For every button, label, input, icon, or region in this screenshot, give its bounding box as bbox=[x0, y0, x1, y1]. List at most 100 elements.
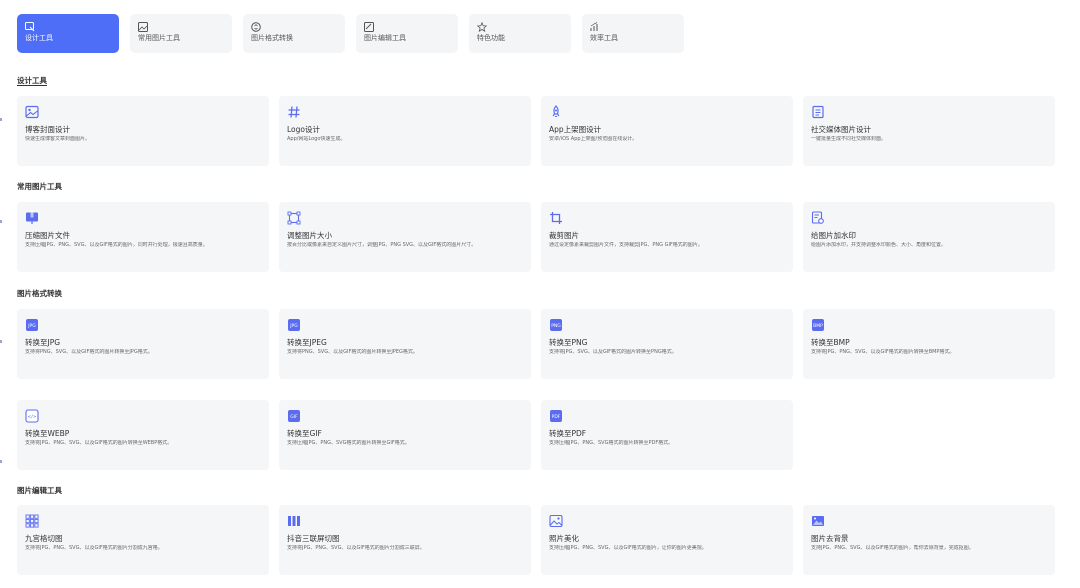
section-title-convert: 图片格式转换 bbox=[17, 289, 62, 298]
card-social-media-design[interactable]: 社交媒体图片设计 一键批量生成不同社交媒体封面。 bbox=[803, 96, 1055, 166]
category-tabs: 设计工具 常用图片工具 图片格式转换 图片编辑工具 特色功能 效率工具 bbox=[17, 14, 684, 53]
star-icon bbox=[477, 22, 487, 32]
svg-text:</>: </> bbox=[27, 414, 36, 420]
card-title: 照片美化 bbox=[549, 534, 579, 543]
section-title-edit: 图片编辑工具 bbox=[17, 486, 62, 495]
tab-common-image-tools[interactable]: 常用图片工具 bbox=[130, 14, 232, 53]
tab-image-edit-tools[interactable]: 图片编辑工具 bbox=[356, 14, 458, 53]
card-title: 压缩图片文件 bbox=[25, 231, 70, 240]
card-convert-to-jpeg[interactable]: JPG 转换至JPEG 支持将PNG、SVG、以及GIF格式的图片转换至JPEG… bbox=[279, 309, 531, 379]
card-description: 支持将PNG、SVG、以及GIF格式的图片转换至JPG格式。 bbox=[25, 349, 153, 355]
card-blog-cover-design[interactable]: 博客封面设计 快速生成博客文章封面图片。 bbox=[17, 96, 269, 166]
card-title: 图片去背景 bbox=[811, 534, 849, 543]
webp-file-icon: </> bbox=[25, 409, 39, 423]
design-icon bbox=[25, 22, 35, 32]
resize-icon bbox=[287, 211, 301, 225]
card-douyin-triple-cut[interactable]: 抖音三联屏切图 支持将JPG、PNG、SVG、以及GIF格式的图片分割成三联屏。 bbox=[279, 505, 531, 575]
card-title: 裁剪图片 bbox=[549, 231, 579, 240]
card-convert-to-webp[interactable]: </> 转换至WEBP 支持将JPG、PNG、SVG、以及GIF格式的图片转换至… bbox=[17, 400, 269, 470]
card-description: 安卓/iOS App上架图/预览图在线设计。 bbox=[549, 136, 638, 142]
card-convert-to-gif[interactable]: GIF 转换至GIF 支持压缩JPG、PNG、SVG格式的图片转换至GIF格式。 bbox=[279, 400, 531, 470]
card-description: 支持将JPG、SVG、以及GIF格式的图片转换至PNG格式。 bbox=[549, 349, 677, 355]
edge-marker bbox=[0, 340, 2, 343]
card-title: 调整图片大小 bbox=[287, 231, 332, 240]
card-resize-image[interactable]: 调整图片大小 按百分比或像素来自定义图片尺寸，调整JPG、PNG SVG、以及G… bbox=[279, 202, 531, 272]
card-title: App上架图设计 bbox=[549, 125, 602, 134]
jpeg-file-icon: JPG bbox=[288, 319, 300, 331]
card-title: 博客封面设计 bbox=[25, 125, 70, 134]
card-logo-design[interactable]: Logo设计 App/网站Logo快速生成。 bbox=[279, 96, 531, 166]
svg-text:JPG: JPG bbox=[27, 323, 36, 329]
card-description: 支持压缩JPG、PNG、SVG、以及GIF格式的图片，同时并行处理，极速且高质量… bbox=[25, 242, 208, 248]
card-title: 社交媒体图片设计 bbox=[811, 125, 871, 134]
tab-label: 图片格式转换 bbox=[251, 34, 293, 42]
remove-bg-icon bbox=[812, 516, 824, 526]
card-description: 支持将JPG、PNG、SVG、以及GIF格式的图片转换至BMP格式。 bbox=[811, 349, 955, 355]
photo-icon bbox=[549, 514, 563, 528]
svg-text:PDF: PDF bbox=[552, 414, 561, 420]
svg-text:BMP: BMP bbox=[813, 323, 823, 329]
tab-label: 特色功能 bbox=[477, 34, 505, 42]
card-description: 支持压缩JPG、PNG、SVG格式的图片转换至GIF格式。 bbox=[287, 440, 410, 446]
card-description: 快速生成博客文章封面图片。 bbox=[25, 136, 91, 142]
card-description: 支持压缩JPG、PNG、SVG、以及GIF格式的图片，让你的图片更美观。 bbox=[549, 545, 707, 551]
card-title: 转换至JPG bbox=[25, 338, 61, 347]
convert-icon bbox=[251, 22, 261, 32]
bmp-file-icon: BMP bbox=[812, 319, 824, 331]
card-convert-to-jpg[interactable]: JPG 转换至JPG 支持将PNG、SVG、以及GIF格式的图片转换至JPG格式… bbox=[17, 309, 269, 379]
card-title: 转换至PNG bbox=[549, 338, 588, 347]
grid-icon bbox=[25, 514, 39, 528]
edge-marker bbox=[0, 118, 2, 121]
svg-text:PNG: PNG bbox=[551, 323, 561, 329]
tab-special-features[interactable]: 特色功能 bbox=[469, 14, 571, 53]
crop-icon bbox=[550, 212, 562, 224]
tab-label: 常用图片工具 bbox=[138, 34, 180, 42]
chart-icon bbox=[590, 22, 598, 31]
card-convert-to-bmp[interactable]: BMP 转换至BMP 支持将JPG、PNG、SVG、以及GIF格式的图片转换至B… bbox=[803, 309, 1055, 379]
card-title: 抖音三联屏切图 bbox=[287, 534, 340, 543]
pdf-file-icon: PDF bbox=[550, 410, 562, 422]
tab-image-format-convert[interactable]: 图片格式转换 bbox=[243, 14, 345, 53]
card-title: 转换至PDF bbox=[549, 429, 587, 438]
card-remove-background[interactable]: 图片去背景 支持JPG、PNG、SVG、以及GIF格式的图片，帮你去除背景，完成… bbox=[803, 505, 1055, 575]
columns-icon bbox=[288, 516, 300, 526]
tab-design-tools[interactable]: 设计工具 bbox=[17, 14, 119, 53]
watermark-icon bbox=[811, 211, 824, 224]
card-add-watermark[interactable]: 给图片加水印 给图片添加水印，并支持调整水印颜色、大小、角度和位置。 bbox=[803, 202, 1055, 272]
jpg-file-icon: JPG bbox=[26, 319, 38, 331]
card-photo-beautify[interactable]: 照片美化 支持压缩JPG、PNG、SVG、以及GIF格式的图片，让你的图片更美观… bbox=[541, 505, 793, 575]
card-convert-to-png[interactable]: PNG 转换至PNG 支持将JPG、SVG、以及GIF格式的图片转换至PNG格式… bbox=[541, 309, 793, 379]
tab-efficiency-tools[interactable]: 效率工具 bbox=[582, 14, 684, 53]
card-title: 给图片加水印 bbox=[811, 231, 856, 240]
gif-file-icon: GIF bbox=[288, 410, 300, 422]
image-icon bbox=[138, 22, 148, 32]
svg-text:JPG: JPG bbox=[289, 323, 298, 329]
section-title-design: 设计工具 bbox=[17, 76, 47, 85]
rocket-icon bbox=[552, 105, 560, 118]
svg-text:GIF: GIF bbox=[290, 414, 298, 420]
card-description: 支持压缩JPG、PNG、SVG格式的图片转换至PDF格式。 bbox=[549, 440, 674, 446]
card-convert-to-pdf[interactable]: PDF 转换至PDF 支持压缩JPG、PNG、SVG格式的图片转换至PDF格式。 bbox=[541, 400, 793, 470]
card-description: App/网站Logo快速生成。 bbox=[287, 136, 346, 142]
document-list-icon bbox=[812, 105, 824, 119]
edge-marker bbox=[0, 220, 2, 223]
card-description: 给图片添加水印，并支持调整水印颜色、大小、角度和位置。 bbox=[811, 242, 947, 248]
card-title: 转换至GIF bbox=[287, 429, 322, 438]
card-title: 九宫格切图 bbox=[25, 534, 63, 543]
card-description: 支持JPG、PNG、SVG、以及GIF格式的图片，帮你去除背景，完成抠图。 bbox=[811, 545, 974, 551]
card-app-store-image-design[interactable]: App上架图设计 安卓/iOS App上架图/预览图在线设计。 bbox=[541, 96, 793, 166]
card-crop-image[interactable]: 裁剪图片 通过设定像素来裁剪图片文件，支持裁剪JPG、PNG GIF格式的图片。 bbox=[541, 202, 793, 272]
tab-label: 设计工具 bbox=[25, 34, 53, 42]
hash-icon bbox=[288, 106, 300, 118]
card-description: 按百分比或像素来自定义图片尺寸，调整JPG、PNG SVG、以及GIF格式的图片… bbox=[287, 242, 477, 248]
edge-marker bbox=[0, 460, 2, 463]
card-title: Logo设计 bbox=[287, 125, 320, 134]
card-description: 一键批量生成不同社交媒体封面。 bbox=[811, 136, 887, 142]
card-description: 通过设定像素来裁剪图片文件，支持裁剪JPG、PNG GIF格式的图片。 bbox=[549, 242, 703, 248]
image-frame-icon bbox=[25, 105, 39, 119]
edit-icon bbox=[364, 22, 374, 32]
card-compress-image[interactable]: 压缩图片文件 支持压缩JPG、PNG、SVG、以及GIF格式的图片，同时并行处理… bbox=[17, 202, 269, 272]
section-title-common: 常用图片工具 bbox=[17, 182, 62, 191]
card-nine-grid-cut[interactable]: 九宫格切图 支持将JPG、PNG、SVG、以及GIF格式的图片分割成九宫格。 bbox=[17, 505, 269, 575]
card-title: 转换至BMP bbox=[811, 338, 850, 347]
